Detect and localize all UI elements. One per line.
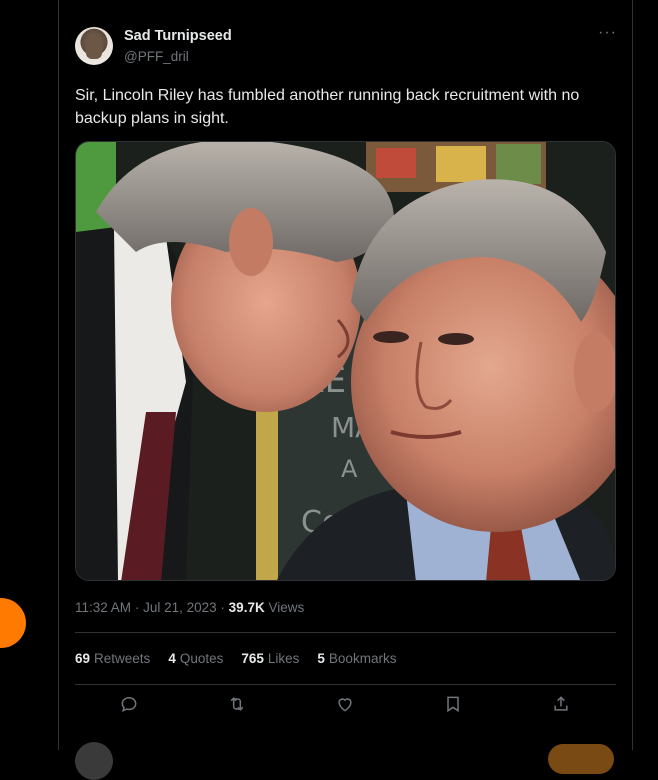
board-text-3: A: [341, 455, 358, 483]
stat-bookmarks[interactable]: 5 Bookmarks: [317, 651, 396, 666]
stat-likes[interactable]: 765 Likes: [241, 651, 299, 666]
meta-separator-1: ·: [134, 600, 140, 615]
engagement-stats: 69 Retweets 4 Quotes 765 Likes 5 Bookmarks: [75, 651, 396, 666]
tweet-date[interactable]: Jul 21, 2023: [143, 600, 217, 615]
divider-bottom: [75, 684, 616, 685]
more-options-icon[interactable]: ···: [598, 24, 617, 42]
timeline-right-border: [632, 0, 633, 750]
views-label: Views: [268, 600, 305, 615]
like-icon[interactable]: [333, 692, 357, 716]
divider-top: [75, 632, 616, 633]
bookmark-icon[interactable]: [441, 692, 465, 716]
orange-indicator[interactable]: [0, 598, 26, 648]
tweet-media-photo[interactable]: RE MA A Co: [75, 141, 616, 581]
retweets-label: Retweets: [94, 651, 151, 666]
author-handle[interactable]: @PFF_dril: [124, 49, 189, 64]
retweet-icon[interactable]: [225, 692, 249, 716]
retweets-count: 69: [75, 651, 91, 666]
bookmarks-label: Bookmarks: [328, 651, 397, 666]
stat-retweets[interactable]: 69 Retweets: [75, 651, 150, 666]
likes-count: 765: [241, 651, 264, 666]
reply-button[interactable]: [548, 744, 614, 774]
reply-composer-avatar[interactable]: [75, 742, 113, 780]
share-icon[interactable]: [549, 692, 573, 716]
stat-quotes[interactable]: 4 Quotes: [168, 651, 223, 666]
quotes-label: Quotes: [179, 651, 224, 666]
quotes-count: 4: [168, 651, 176, 666]
tweet-text: Sir, Lincoln Riley has fumbled another r…: [75, 87, 580, 127]
bookmarks-count: 5: [317, 651, 325, 666]
tweet-time[interactable]: 11:32 AM: [75, 600, 131, 615]
action-bar: [75, 692, 616, 722]
meta-separator-2: ·: [220, 600, 225, 615]
author-display-name[interactable]: Sad Turnipseed: [124, 28, 232, 44]
tweet-meta: 11:32 AM · Jul 21, 2023 · 39.7K Views: [75, 600, 304, 615]
reply-icon[interactable]: [117, 692, 141, 716]
author-avatar[interactable]: [75, 27, 113, 65]
likes-label: Likes: [267, 651, 300, 666]
timeline-left-border: [58, 0, 59, 750]
views-count: 39.7K: [228, 600, 265, 615]
